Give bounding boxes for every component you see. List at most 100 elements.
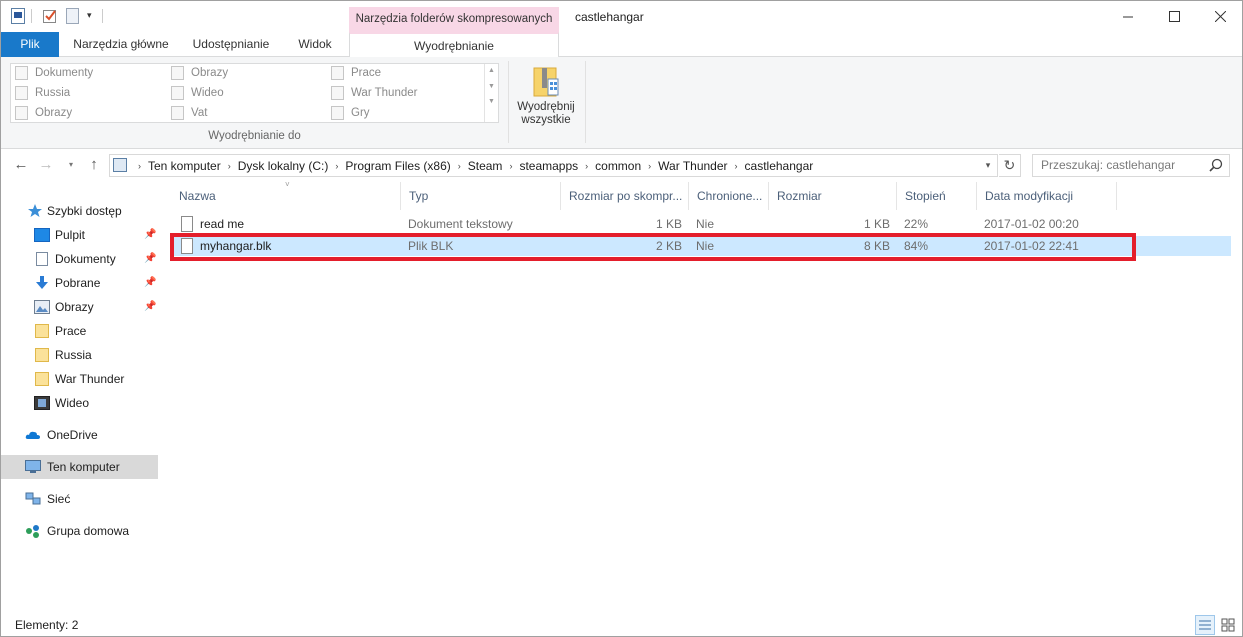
tab-home[interactable]: Narzędzia główne (71, 32, 171, 57)
nav-item-wideo[interactable]: Wideo (1, 391, 158, 415)
chevron-right-icon[interactable]: › (507, 161, 514, 171)
maximize-button[interactable] (1151, 1, 1197, 32)
file-protected: Nie (696, 217, 715, 231)
breadcrumb-item[interactable]: castlehangar (740, 159, 819, 173)
chevron-right-icon[interactable]: › (733, 161, 740, 171)
column-header-type[interactable]: Typ (401, 182, 561, 210)
gallery-item[interactable]: Obrazy (13, 104, 72, 122)
file-modified: 2017-01-02 00:20 (984, 217, 1079, 231)
large-icons-view-button[interactable] (1218, 615, 1238, 635)
breadcrumb-item[interactable]: Program Files (x86) (340, 159, 455, 173)
tab-share[interactable]: Udostępnianie (185, 32, 277, 57)
file-row[interactable]: read me Dokument tekstowy 1 KB Nie 1 KB … (171, 214, 1231, 234)
qat-dropdown-icon[interactable]: ▾ (87, 10, 92, 21)
pin-icon[interactable]: 📌 (144, 295, 156, 319)
column-header-protected[interactable]: Chronione... (689, 182, 769, 210)
breadcrumb-item[interactable]: Ten komputer (143, 159, 226, 173)
breadcrumb-item[interactable]: steamapps (514, 159, 583, 173)
nav-item-pulpit[interactable]: Pulpit 📌 (1, 223, 158, 247)
column-header-packed-size[interactable]: Rozmiar po skompr... (561, 182, 689, 210)
gallery-item[interactable]: Obrazy (169, 64, 228, 82)
pin-icon[interactable]: 📌 (144, 271, 156, 295)
column-header-name[interactable]: Nazwa (171, 182, 401, 210)
network-icon (25, 492, 41, 505)
close-button[interactable] (1197, 1, 1242, 32)
gallery-item[interactable]: War Thunder (329, 84, 417, 102)
chevron-right-icon[interactable]: › (333, 161, 340, 171)
video-icon (171, 86, 184, 100)
breadcrumb-item[interactable]: Dysk lokalny (C:) (233, 159, 334, 173)
gallery-item-label: Vat (191, 107, 208, 119)
forward-button[interactable]: → (36, 155, 56, 175)
tab-file[interactable]: Plik (1, 32, 59, 57)
folder-icon (331, 106, 344, 120)
nav-quick-access[interactable]: Szybki dostęp (1, 199, 158, 223)
up-button[interactable]: ↑ (84, 155, 104, 175)
nav-item-obrazy[interactable]: Obrazy 📌 (1, 295, 158, 319)
address-bar[interactable]: › Ten komputer › Dysk lokalny (C:) › Pro… (109, 154, 998, 177)
gallery-item[interactable]: Prace (329, 64, 381, 82)
large-icons-view-icon (1221, 618, 1235, 632)
back-button[interactable]: ← (11, 155, 31, 175)
address-dropdown-icon[interactable]: ▾ (978, 154, 998, 177)
chevron-right-icon[interactable]: › (646, 161, 653, 171)
nav-label: Pobrane (55, 276, 101, 290)
nav-item-pobrane[interactable]: Pobrane 📌 (1, 271, 158, 295)
tab-extract[interactable]: Wyodrębnianie (349, 32, 559, 58)
minimize-icon (1122, 16, 1133, 18)
column-header-modified[interactable]: Data modyfikacji (977, 182, 1117, 210)
gallery-item[interactable]: Wideo (169, 84, 224, 102)
breadcrumb-item[interactable]: War Thunder (653, 159, 732, 173)
nav-item-russia[interactable]: Russia (1, 343, 158, 367)
qat-separator (31, 9, 32, 23)
gallery-item[interactable]: Vat (169, 104, 207, 122)
refresh-button[interactable]: ↻ (999, 154, 1021, 177)
breadcrumb-item[interactable]: Steam (463, 159, 508, 173)
nav-homegroup[interactable]: Grupa domowa (1, 519, 158, 543)
item-count: Elementy: 2 (15, 618, 79, 632)
gallery-item[interactable]: Dokumenty (13, 64, 93, 82)
recent-locations-button[interactable]: ▾ (61, 155, 81, 175)
nav-label: OneDrive (47, 428, 98, 442)
minimize-button[interactable] (1105, 1, 1151, 32)
column-header-size[interactable]: Rozmiar (769, 182, 897, 210)
nav-item-war-thunder[interactable]: War Thunder (1, 367, 158, 391)
search-input[interactable]: Przeszukaj: castlehangar (1032, 154, 1230, 177)
document-icon (15, 66, 28, 80)
properties-icon[interactable] (11, 8, 25, 24)
address-row: ← → ▾ ↑ › Ten komputer › Dysk lokalny (C… (1, 149, 1242, 181)
breadcrumb-item[interactable]: common (590, 159, 646, 173)
gallery-item[interactable]: Russia (13, 84, 70, 102)
nav-label: Prace (55, 324, 87, 338)
chevron-right-icon[interactable]: › (583, 161, 590, 171)
details-view-button[interactable] (1195, 615, 1215, 635)
chevron-right-icon[interactable]: › (226, 161, 233, 171)
column-header-ratio[interactable]: Stopień (897, 182, 977, 210)
pin-icon[interactable]: 📌 (144, 223, 156, 247)
tab-view[interactable]: Widok (291, 32, 339, 57)
nav-item-prace[interactable]: Prace (1, 319, 158, 343)
expand-gallery-icon[interactable]: ▼ (485, 98, 498, 105)
search-icon[interactable] (1209, 158, 1223, 172)
chevron-right-icon[interactable]: › (456, 161, 463, 171)
nav-onedrive[interactable]: OneDrive (1, 423, 158, 447)
nav-item-dokumenty[interactable]: Dokumenty 📌 (1, 247, 158, 271)
group-separator (508, 61, 509, 143)
ribbon-tabs: Plik Narzędzia główne Udostępnianie Wido… (1, 32, 1242, 81)
nav-label: Szybki dostęp (47, 204, 122, 218)
nav-label: Ten komputer (47, 460, 120, 474)
chevron-right-icon[interactable]: › (136, 161, 143, 171)
scroll-down-icon[interactable]: ▼ (485, 83, 498, 90)
gallery-scrollbar[interactable]: ▲ ▼ ▼ (484, 64, 498, 122)
folder-icon (171, 106, 184, 120)
window-title: castlehangar (575, 10, 644, 24)
close-icon (1214, 11, 1226, 22)
nav-this-pc[interactable]: Ten komputer (1, 455, 158, 479)
new-folder-icon[interactable] (66, 8, 80, 24)
scroll-up-icon[interactable]: ▲ (485, 67, 498, 74)
gallery-item[interactable]: Gry (329, 104, 370, 122)
checkmark-icon[interactable] (43, 8, 57, 24)
nav-network[interactable]: Sieć (1, 487, 158, 511)
pin-icon[interactable]: 📌 (144, 247, 156, 271)
extract-all-button[interactable]: Wyodrębnij wszystkie (513, 61, 579, 131)
